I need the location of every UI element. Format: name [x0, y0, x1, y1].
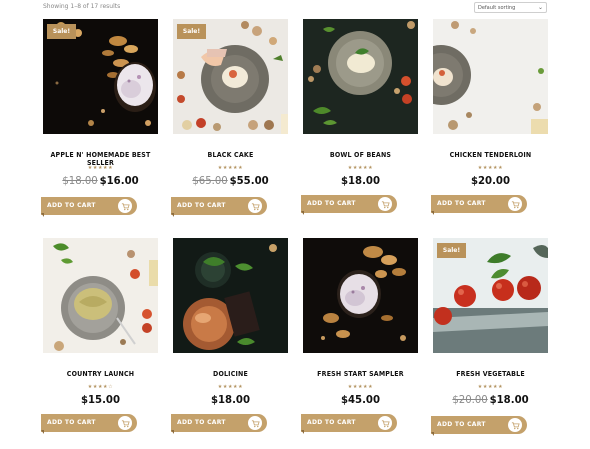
add-to-cart-button[interactable]: ADD TO CART — [301, 195, 397, 215]
sort-selected-label: Default sorting — [478, 5, 516, 11]
product-title[interactable]: FRESH VEGETABLE — [439, 370, 543, 378]
cart-icon — [247, 198, 263, 214]
add-to-cart-button[interactable]: ADD TO CART — [301, 414, 397, 434]
sale-badge: Sale! — [47, 24, 76, 39]
star-rating: ★★★★★ — [87, 165, 114, 171]
product-title[interactable]: DOLICINE — [179, 370, 283, 378]
add-to-cart-label: ADD TO CART — [437, 421, 486, 428]
regular-price: $18.00 — [340, 174, 381, 187]
product-price: $15.00 — [48, 393, 154, 406]
add-to-cart-button[interactable]: ADD TO CART — [171, 414, 267, 434]
regular-price: $45.00 — [340, 393, 381, 406]
chevron-down-icon: ⌄ — [537, 4, 543, 11]
star-rating: ★★★★★ — [217, 384, 244, 390]
add-to-cart-label: ADD TO CART — [177, 202, 226, 209]
add-to-cart-label: ADD TO CART — [177, 419, 226, 426]
product-title[interactable]: CHICKEN TENDERLOIN — [439, 151, 543, 159]
product-price: $18.00 — [308, 174, 414, 187]
shop-toolbar: Showing 1–8 of 17 results Default sortin… — [0, 0, 590, 16]
sale-badge: Sale! — [437, 243, 466, 258]
product-image[interactable] — [303, 19, 418, 134]
old-price: $18.00 — [62, 174, 98, 187]
product-title[interactable]: FRESH START SAMPLER — [309, 370, 413, 378]
product-card-apple: Sale! APPLE N' HOMEMADE BEST SELLER ★★★★… — [41, 19, 158, 239]
product-title[interactable]: COUNTRY LAUNCH — [49, 370, 153, 378]
add-to-cart-button[interactable]: ADD TO CART — [41, 414, 137, 434]
sale-badge: Sale! — [177, 24, 206, 39]
sale-price: $16.00 — [99, 174, 139, 187]
product-card-black-cake: Sale! BLACK CAKE ★★★★★ $65.00 $55.00 ADD … — [171, 19, 288, 239]
star-rating: ★★★★★ — [347, 165, 374, 171]
product-card-dolicine: DOLICINE ★★★★★ $18.00 ADD TO CART — [171, 238, 288, 449]
add-to-cart-button[interactable]: ADD TO CART — [431, 416, 527, 436]
product-price: $18.00 — [178, 393, 284, 406]
product-image[interactable] — [173, 238, 288, 353]
regular-price: $20.00 — [470, 174, 511, 187]
star-rating: ★★★★★ — [347, 384, 374, 390]
cart-icon — [247, 415, 263, 431]
cart-icon — [117, 415, 133, 431]
product-card-fresh-start-sampler: FRESH START SAMPLER ★★★★★ $45.00 ADD TO … — [301, 238, 418, 449]
result-count: Showing 1–8 of 17 results — [43, 3, 121, 10]
sale-price: $55.00 — [229, 174, 269, 187]
product-price: $18.00 $16.00 — [48, 174, 154, 187]
product-image[interactable] — [303, 238, 418, 353]
add-to-cart-button[interactable]: ADD TO CART — [431, 195, 527, 215]
add-to-cart-button[interactable]: ADD TO CART — [171, 197, 267, 217]
product-card-chicken-tenderloin: CHICKEN TENDERLOIN ★★★★★ $20.00 ADD TO C… — [431, 19, 548, 239]
add-to-cart-button[interactable]: ADD TO CART — [41, 197, 137, 217]
star-rating: ★★★★★ — [217, 165, 244, 171]
cart-icon — [507, 196, 523, 212]
regular-price: $15.00 — [80, 393, 121, 406]
add-to-cart-label: ADD TO CART — [307, 419, 356, 426]
old-price: $65.00 — [192, 174, 228, 187]
star-rating: ★★★★★ — [477, 384, 504, 390]
cart-icon — [117, 198, 133, 214]
sale-price: $18.00 — [489, 393, 529, 406]
product-image[interactable]: Sale! — [173, 19, 288, 134]
cart-icon — [377, 415, 393, 431]
regular-price: $18.00 — [210, 393, 251, 406]
cart-icon — [507, 417, 523, 433]
star-rating: ★★★★☆ — [87, 384, 114, 390]
product-price: $20.00 $18.00 — [438, 393, 544, 406]
product-price: $45.00 — [308, 393, 414, 406]
add-to-cart-label: ADD TO CART — [307, 200, 356, 207]
cart-icon — [377, 196, 393, 212]
product-card-fresh-vegetable: Sale! FRESH VEGETABLE ★★★★★ $20.00 $18.00… — [431, 238, 548, 449]
add-to-cart-label: ADD TO CART — [47, 419, 96, 426]
add-to-cart-label: ADD TO CART — [47, 202, 96, 209]
product-image[interactable] — [43, 238, 158, 353]
add-to-cart-label: ADD TO CART — [437, 200, 486, 207]
sort-dropdown[interactable]: Default sorting ⌄ — [474, 2, 547, 13]
product-price: $65.00 $55.00 — [178, 174, 284, 187]
product-title[interactable]: BLACK CAKE — [179, 151, 283, 159]
product-image[interactable]: Sale! — [433, 238, 548, 353]
product-image[interactable] — [433, 19, 548, 134]
star-rating: ★★★★★ — [477, 165, 504, 171]
old-price: $20.00 — [452, 393, 488, 406]
product-card-bowl-of-beans: BOWL OF BEANS ★★★★★ $18.00 ADD TO CART — [301, 19, 418, 239]
product-title[interactable]: BOWL OF BEANS — [309, 151, 413, 159]
product-image[interactable]: Sale! — [43, 19, 158, 134]
product-card-country-launch: COUNTRY LAUNCH ★★★★☆ $15.00 ADD TO CART — [41, 238, 158, 449]
product-price: $20.00 — [438, 174, 544, 187]
